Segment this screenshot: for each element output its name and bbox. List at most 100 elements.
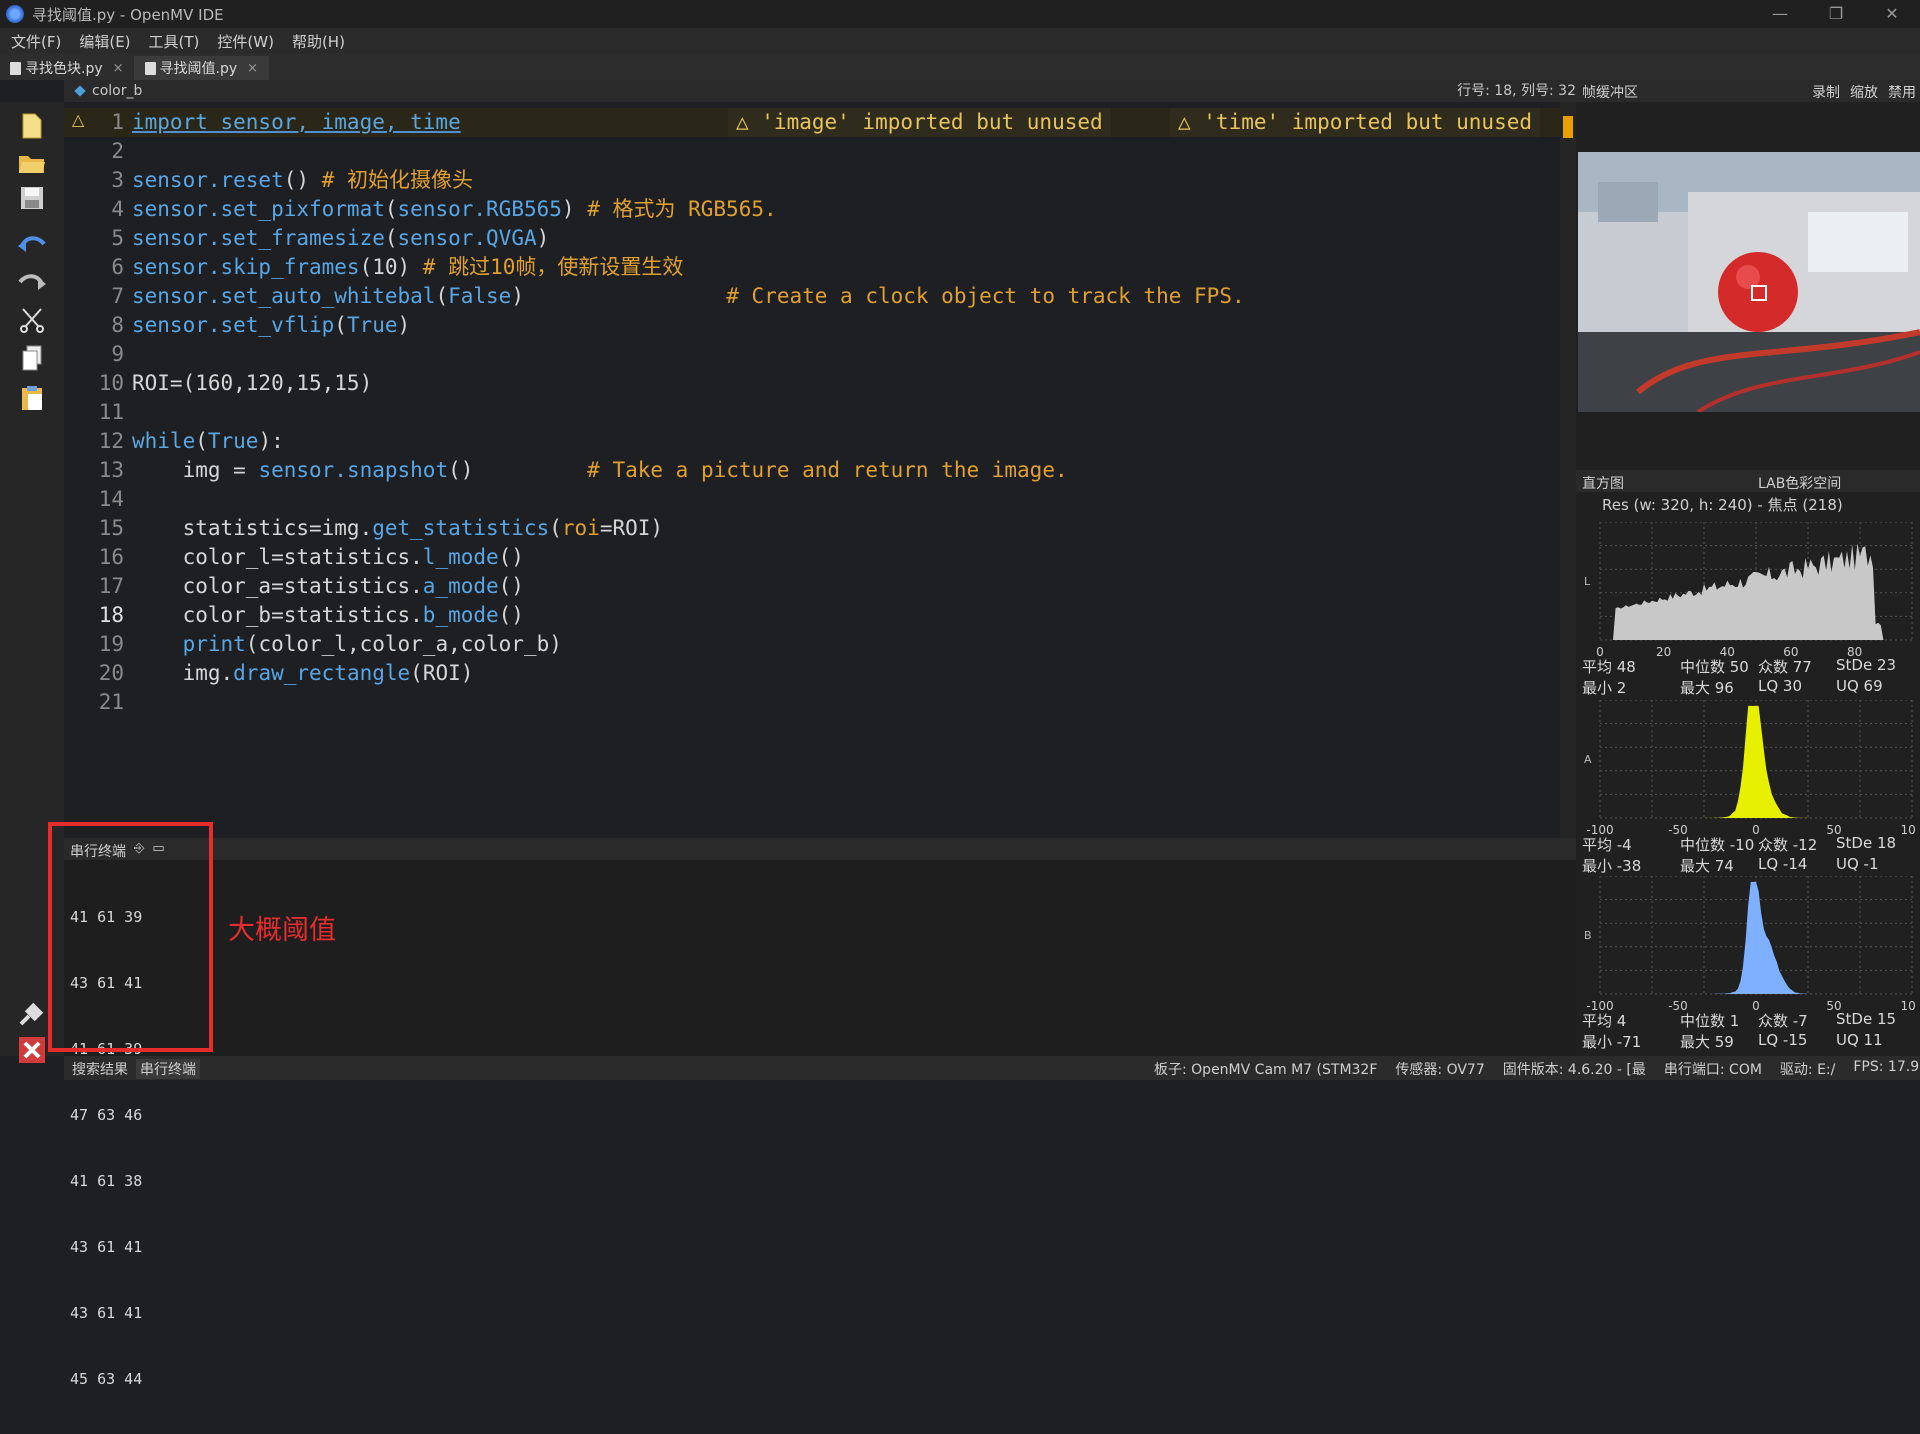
code-line[interactable]: 14 [64, 485, 1576, 514]
disable-button[interactable]: 禁用 [1888, 82, 1916, 102]
menu-tools[interactable]: 工具(T) [138, 31, 207, 52]
tab-serial-terminal[interactable]: 串行终端 [136, 1059, 200, 1079]
code-token: # Create a clock object to track the FPS… [726, 284, 1245, 308]
code-token: True [207, 429, 259, 453]
symbol-selector[interactable]: color_b [92, 83, 142, 99]
code-token: ) [561, 197, 588, 221]
code-token: =ROI) [599, 516, 664, 540]
code-line[interactable]: 9 [64, 340, 1576, 369]
code-token: (ROI) [410, 661, 474, 685]
scrollbar-thumb[interactable] [1563, 116, 1573, 138]
code-token: ROI=(160,120,15,15) [132, 371, 373, 395]
code-line[interactable]: 4 sensor.set_pixformat(sensor.RGB565) # 格… [64, 195, 1576, 224]
connect-icon[interactable] [18, 1000, 46, 1028]
resolution-info: Res (w: 320, h: 240) - 焦点 (218) [1602, 496, 1843, 514]
stat-value: UQ -1 [1836, 855, 1879, 873]
framebuffer-bar: 帧缓冲区 录制 缩放 禁用 [1576, 80, 1920, 102]
tick-label: 100 [1901, 999, 1916, 1013]
save-icon[interactable] [18, 184, 46, 212]
menu-edit[interactable]: 编辑(E) [68, 31, 137, 52]
code-line[interactable]: 16 color_l=statistics.l_mode() [64, 543, 1576, 572]
frame-buffer-image[interactable] [1578, 152, 1920, 412]
code-line[interactable]: 2 [64, 137, 1576, 166]
code-text: ROI=(160,120,15,15) [132, 369, 372, 398]
line-number: 7 [111, 284, 124, 308]
code-line[interactable]: 18 color_b=statistics.b_mode() [64, 601, 1576, 630]
code-token: True [346, 313, 398, 337]
warning-icon: △ [72, 110, 85, 129]
serial-terminal-header: 串行终端 ⎆ ▭ [64, 838, 1576, 860]
code-line[interactable]: 17 color_a=statistics.a_mode() [64, 572, 1576, 601]
maximize-button[interactable]: ❐ [1808, 0, 1864, 28]
app-icon [6, 5, 24, 23]
code-line[interactable]: 20 img.draw_rectangle(ROI) [64, 659, 1576, 688]
new-file-icon[interactable] [18, 112, 46, 140]
line-number: 6 [111, 255, 124, 279]
tab-close-icon[interactable]: × [247, 61, 258, 76]
editor-scrollbar[interactable] [1560, 102, 1576, 838]
record-button[interactable]: 录制 [1812, 82, 1840, 102]
code-line[interactable]: 6 sensor.skip_frames(10) # 跳过10帧，使新设置生效 [64, 253, 1576, 282]
colorspace-select[interactable]: LAB色彩空间 [1758, 473, 1841, 493]
title-bar: 寻找阈值.py - OpenMV IDE — ❐ ✕ [0, 0, 1920, 28]
cursor-position: 行号: 18, 列号: 32 [1457, 83, 1576, 99]
menu-file[interactable]: 文件(F) [0, 31, 68, 52]
code-line[interactable]: 12 while(True): [64, 427, 1576, 456]
file-icon [10, 61, 21, 75]
copy-icon[interactable] [18, 344, 46, 372]
code-token: sensor.set_vflip [132, 313, 335, 337]
code-token: ) [536, 226, 550, 250]
status-serial-port: 串行端口: COM [1663, 1062, 1762, 1078]
window-controls: — ❐ ✕ [1752, 0, 1920, 28]
line-number: 3 [111, 168, 124, 192]
tab-find-blob[interactable]: 寻找色块.py × [0, 56, 135, 80]
line-number: 19 [98, 632, 124, 656]
code-line[interactable]: 19 print(color_l,color_a,color_b) [64, 630, 1576, 659]
redo-icon[interactable] [18, 268, 46, 296]
code-token: # 初始化摄像头 [321, 168, 473, 192]
open-folder-icon[interactable] [18, 148, 46, 176]
code-line[interactable]: 10 ROI=(160,120,15,15) [64, 369, 1576, 398]
undo-icon[interactable] [18, 230, 46, 258]
code-line[interactable]: 11 [64, 398, 1576, 427]
line-number: 5 [111, 226, 124, 250]
stat-value: StDe 15 [1836, 1010, 1897, 1028]
serial-line: 47 63 46 [70, 1106, 143, 1124]
stat-value: 众数 77 [1758, 658, 1812, 676]
stat-value: 最小 2 [1582, 679, 1627, 697]
code-line[interactable]: 7 sensor.set_auto_whitebal(False) # Creat… [64, 282, 1576, 311]
stop-icon[interactable] [18, 1036, 46, 1064]
code-line[interactable]: 15 statistics=img.get_statistics(roi=ROI… [64, 514, 1576, 543]
axis-label: B [1584, 929, 1592, 942]
code-editor[interactable]: 1 import sensor, image, time 2 3 sensor.rese… [64, 102, 1576, 838]
code-line[interactable]: 21 [64, 688, 1576, 717]
code-line[interactable]: 8 sensor.set_vflip(True) [64, 311, 1576, 340]
cut-icon[interactable] [18, 306, 46, 334]
close-button[interactable]: ✕ [1864, 0, 1920, 28]
line-number: 9 [111, 342, 124, 366]
code-line[interactable]: 5 sensor.set_framesize(sensor.QVGA) [64, 224, 1576, 253]
status-items: 板子: OpenMV Cam M7 (STM32F 传感器: OV77 固件版本… [1154, 1059, 1920, 1079]
minimize-button[interactable]: — [1752, 0, 1808, 28]
code-text: color_b=statistics.b_mode() [132, 601, 524, 630]
code-line[interactable]: 13 img = sensor.snapshot() # Take a pict… [64, 456, 1576, 485]
stat-value: 众数 -12 [1758, 836, 1818, 854]
code-line[interactable]: 3 sensor.reset() # 初始化摄像头 [64, 166, 1576, 195]
histogram-b-chart: B-100-50050100 [1584, 876, 1916, 1013]
tab-find-threshold[interactable]: 寻找阈值.py × [134, 56, 270, 80]
status-firmware[interactable]: 固件版本: 4.6.20 - [最 [1503, 1059, 1646, 1079]
file-icon [144, 61, 156, 75]
menu-widgets[interactable]: 控件(W) [206, 31, 281, 52]
histogram-area [1600, 881, 1912, 994]
status-board: 板子: OpenMV Cam M7 (STM32F [1154, 1062, 1378, 1078]
code-token: l_mode [422, 545, 499, 569]
tab-bar: 寻找色块.py × 寻找阈值.py × [0, 54, 1920, 80]
zoom-button[interactable]: 缩放 [1850, 82, 1878, 102]
stat-value: LQ -14 [1758, 855, 1808, 873]
stat-value: StDe 23 [1836, 656, 1897, 674]
tab-close-icon[interactable]: × [113, 61, 124, 76]
paste-icon[interactable] [18, 384, 46, 412]
tab-search-results[interactable]: 搜索结果 [72, 1059, 128, 1079]
menu-help[interactable]: 帮助(H) [281, 31, 352, 52]
code-text: img.draw_rectangle(ROI) [132, 659, 474, 688]
